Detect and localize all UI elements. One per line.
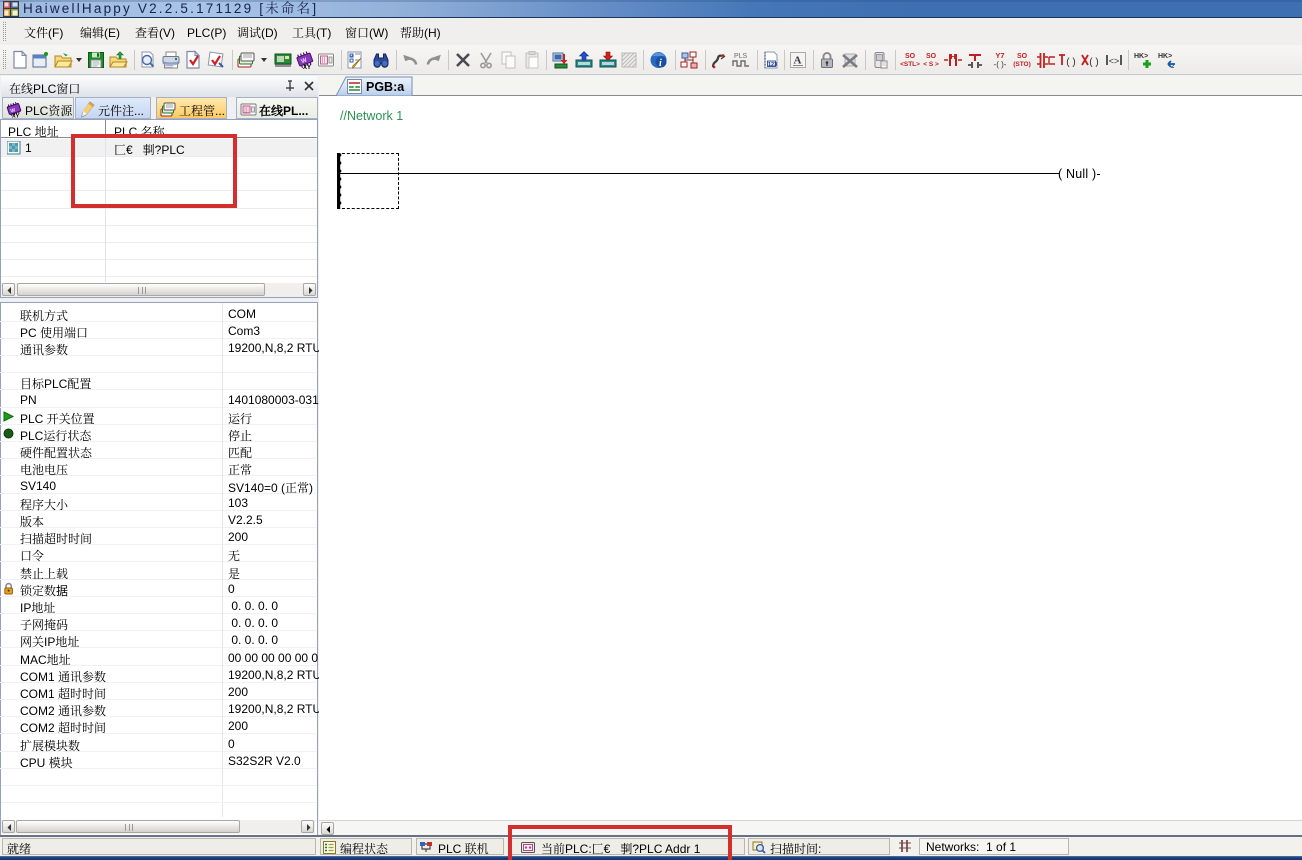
svg-text:-( )-: -( )- <box>994 60 1007 69</box>
svg-text:SO: SO <box>1017 53 1028 60</box>
svg-text:XY: XY <box>303 65 311 70</box>
svg-text:( ): ( ) <box>1089 57 1098 68</box>
svg-text:SO: SO <box>905 53 916 60</box>
svg-text:A: A <box>794 55 802 67</box>
svg-text:HK>: HK> <box>1158 53 1172 60</box>
svg-text:123: 123 <box>768 62 777 68</box>
svg-text:PLS: PLS <box>734 53 748 60</box>
svg-text:( ): ( ) <box>1066 57 1075 68</box>
svg-text:H: H <box>950 54 955 61</box>
svg-text:Y7: Y7 <box>995 51 1004 60</box>
svg-text:(STO): (STO) <box>1013 61 1031 68</box>
svg-text:HK>: HK> <box>1134 53 1148 60</box>
svg-text:XY: XY <box>12 114 20 119</box>
svg-text:2: 2 <box>1171 64 1175 70</box>
svg-text:<>: <> <box>1109 56 1120 66</box>
svg-text:<STL>: <STL> <box>900 61 920 68</box>
svg-text:SO: SO <box>926 53 937 60</box>
svg-text:i: i <box>659 58 662 69</box>
svg-text:< S >: < S > <box>923 61 939 68</box>
